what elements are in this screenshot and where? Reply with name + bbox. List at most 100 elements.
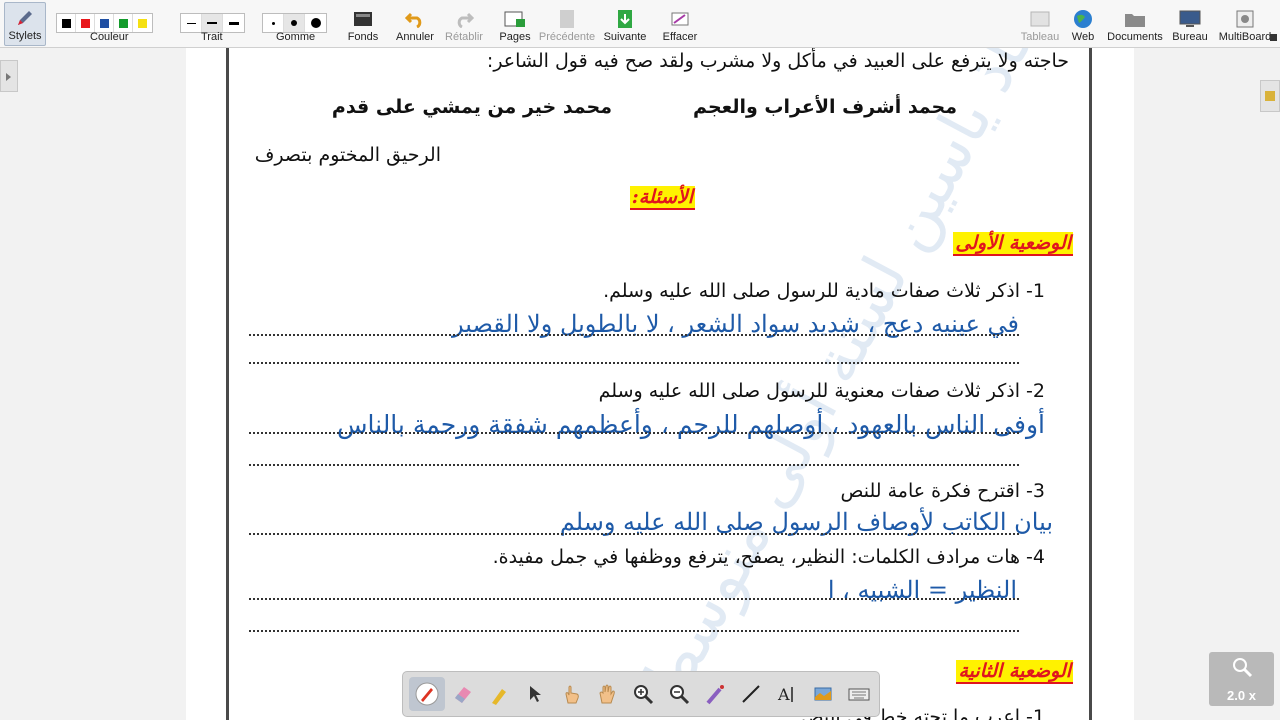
zoom-indicator[interactable]: 2.0 x <box>1209 652 1274 706</box>
floating-toolbar: A <box>402 671 880 717</box>
tableau-button[interactable]: Tableau <box>1019 2 1061 46</box>
multiboard-button[interactable]: MultiBoard <box>1216 2 1274 46</box>
answer-2: أوفى الناس بالعهود ، أوصلهم للرحم ، وأعظ… <box>337 410 1045 439</box>
documents-button[interactable]: Documents <box>1106 2 1164 46</box>
eraser-size-group <box>262 13 327 33</box>
stylets-label: Stylets <box>8 30 42 42</box>
board-area[interactable]: الأستاذ ياسين لسنة أولى متوسط حاجته ولا … <box>0 48 1280 720</box>
laser-pointer-icon <box>706 685 724 705</box>
pages-icon <box>504 9 526 29</box>
zoom-out-icon <box>670 685 690 705</box>
eraser-small[interactable] <box>263 14 284 32</box>
keyboard-button[interactable] <box>841 677 877 711</box>
color-blue[interactable] <box>95 14 114 32</box>
color-red[interactable] <box>76 14 95 32</box>
clear-icon <box>669 9 691 29</box>
answer-line <box>249 533 1019 535</box>
zoom-in-button[interactable] <box>625 677 661 711</box>
answer-3: بيان الكاتب لأوصاف الرسول صلى الله عليه … <box>559 508 1053 536</box>
previous-button[interactable]: Précédente <box>539 2 595 46</box>
pen-tool-button[interactable] <box>409 677 445 711</box>
zoom-value: 2.0 x <box>1227 688 1256 703</box>
verse-left: محمد خير من يمشي على قدم <box>331 96 612 118</box>
stroke-width-group <box>180 13 245 33</box>
stroke-medium[interactable] <box>202 14 223 32</box>
annuler-label: Annuler <box>396 31 434 43</box>
zoom-out-button[interactable] <box>661 677 697 711</box>
pen-icon <box>14 8 36 28</box>
eraser-tool-button[interactable] <box>445 677 481 711</box>
clear-button[interactable]: Effacer <box>662 2 698 46</box>
laser-tool-button[interactable] <box>697 677 733 711</box>
color-palette <box>56 13 153 33</box>
collapse-toolbar-icon[interactable] <box>1270 34 1277 41</box>
tools-icon <box>1265 91 1275 101</box>
hand-tool-button[interactable] <box>589 677 625 711</box>
tableau-label: Tableau <box>1020 31 1060 43</box>
right-panel-tab[interactable] <box>1260 80 1280 112</box>
web-label: Web <box>1071 31 1095 43</box>
expand-arrow-icon <box>6 73 11 81</box>
svg-text:A: A <box>777 685 790 704</box>
text-tool-button[interactable]: A <box>769 677 805 711</box>
color-yellow[interactable] <box>133 14 152 32</box>
text-line-1: حاجته ولا يترفع على العبيد في مأكل ولا م… <box>486 50 1069 72</box>
magnifier-icon <box>1232 658 1252 678</box>
hand-icon <box>599 684 615 704</box>
answer-line <box>249 362 1019 364</box>
question-2: 2- اذكر ثلاث صفات معنوية للرسول صلى الله… <box>598 380 1045 402</box>
color-black[interactable] <box>57 14 76 32</box>
documents-label: Documents <box>1107 31 1163 43</box>
question-4: 4- هات مرادف الكلمات: النظير، يصفح، يترف… <box>492 546 1045 568</box>
undo-icon <box>404 9 426 29</box>
stroke-thin[interactable] <box>181 14 202 32</box>
highlighter-tool-button[interactable] <box>481 677 517 711</box>
redo-button[interactable]: Rétablir <box>444 2 484 46</box>
stroke-thick[interactable] <box>223 14 244 32</box>
board-icon <box>1029 9 1051 29</box>
section-2-title: الوضعية الثانية <box>956 660 1073 684</box>
fonds-label: Fonds <box>347 31 379 43</box>
fonds-button[interactable]: Fonds <box>344 2 382 46</box>
web-button[interactable]: Web <box>1068 2 1098 46</box>
eraser-tool-icon <box>455 687 471 703</box>
stylets-button[interactable]: Stylets <box>4 2 46 46</box>
capture-icon <box>814 687 832 701</box>
cursor-icon <box>530 686 541 702</box>
pages-button[interactable]: Pages <box>496 2 534 46</box>
undo-button[interactable]: Annuler <box>394 2 436 46</box>
answer-line <box>249 598 1019 600</box>
next-page-icon <box>614 9 636 29</box>
source-line: الرحيق المختوم بتصرف <box>254 144 441 166</box>
bureau-button[interactable]: Bureau <box>1170 2 1210 46</box>
main-toolbar: Stylets Couleur Trait Gomme Fonds Annule… <box>0 0 1280 48</box>
pointer-tool-button[interactable] <box>517 677 553 711</box>
pages-label: Pages <box>499 31 531 43</box>
eraser-large[interactable] <box>305 14 326 32</box>
answer-line <box>249 630 1019 632</box>
left-panel-tab[interactable] <box>0 60 18 92</box>
retablir-label: Rétablir <box>445 31 483 43</box>
question-1: 1- اذكر ثلاث صفات مادية للرسول صلى الله … <box>603 280 1045 302</box>
touch-tool-button[interactable] <box>553 677 589 711</box>
highlighter-icon <box>492 689 506 705</box>
couleur-label: Couleur <box>90 31 129 43</box>
keyboard-icon <box>848 688 870 701</box>
color-green[interactable] <box>114 14 133 32</box>
answer-line <box>249 334 1019 336</box>
gomme-label: Gomme <box>276 31 316 43</box>
bureau-label: Bureau <box>1172 31 1208 43</box>
suivante-label: Suivante <box>603 31 647 43</box>
document-page: الأستاذ ياسين لسنة أولى متوسط حاجته ولا … <box>226 48 1092 720</box>
next-button[interactable]: Suivante <box>603 2 647 46</box>
eraser-medium[interactable] <box>284 14 305 32</box>
settings-icon <box>1234 9 1256 29</box>
finger-icon <box>565 685 579 704</box>
screenshot-tool-button[interactable] <box>805 677 841 711</box>
section-1-title: الوضعية الأولى <box>953 232 1073 256</box>
background-icon <box>352 9 374 29</box>
line-tool-button[interactable] <box>733 677 769 711</box>
zoom-in-icon <box>634 685 654 705</box>
previous-page-icon <box>556 9 578 29</box>
answer-line <box>249 464 1019 466</box>
